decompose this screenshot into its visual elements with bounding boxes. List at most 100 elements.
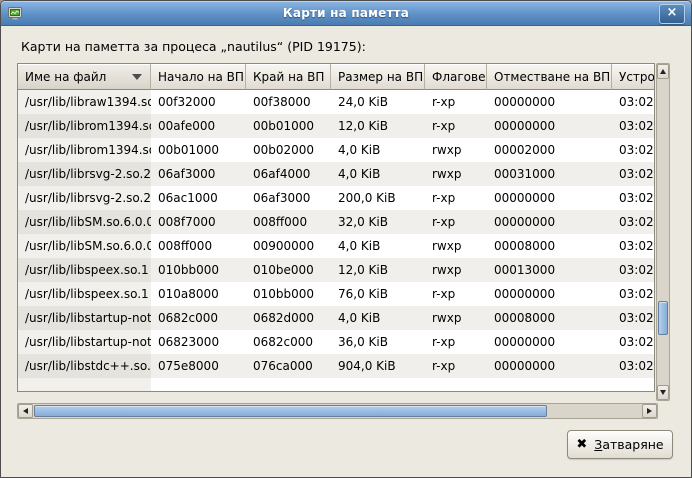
cell-vm_end: 00b01000	[246, 114, 331, 138]
table-row[interactable]: /usr/lib/libSM.so.6.0.0008ff000009000004…	[18, 234, 655, 258]
table-row[interactable]: /usr/lib/librom1394.so00afe00000b0100012…	[18, 114, 655, 138]
cell-vm_end: 0682d000	[246, 306, 331, 330]
cell-vm_start: 010a8000	[151, 282, 246, 306]
arrow-down-icon	[660, 390, 666, 395]
cell-device: 03:02	[612, 282, 655, 306]
vertical-scrollbar[interactable]	[656, 63, 670, 401]
table-row[interactable]: /usr/lib/libstdc++.so.6075e8000076ca0009…	[18, 354, 655, 378]
cell-vm_start: 00afe000	[151, 114, 246, 138]
cell-vm_size: 12,0 KiB	[331, 114, 425, 138]
system-monitor-icon	[7, 5, 23, 21]
scroll-up-button[interactable]	[657, 64, 669, 79]
column-header-vm_size[interactable]: Размер на ВП	[331, 64, 425, 90]
cell-vm_size: 32,0 KiB	[331, 210, 425, 234]
cell-vm_size: 4,0 KiB	[331, 234, 425, 258]
cell-vm_end: 00900000	[246, 234, 331, 258]
table-row[interactable]: /usr/lib/libstartup-notification-1.so.00…	[18, 306, 655, 330]
cell-vm_end: 00f38000	[246, 90, 331, 114]
column-header-vm_start[interactable]: Начало на ВП	[151, 64, 246, 90]
close-x-icon: ×	[667, 5, 678, 20]
cell-flags: r-xp	[425, 114, 487, 138]
horizontal-scrollbar-thumb[interactable]	[34, 405, 547, 417]
table-row[interactable]: /usr/lib/librsvg-2.so.206af300006af40004…	[18, 162, 655, 186]
cell-filename: /usr/lib/libSM.so.6.0.0	[18, 210, 151, 234]
column-header-label: Флагове	[432, 70, 485, 84]
cell-filename: /usr/lib/librom1394.so	[18, 138, 151, 162]
scroll-down-button[interactable]	[657, 385, 669, 400]
cell-filename: /usr/lib/libstartup-notification-1.so.0	[18, 330, 151, 354]
cell-device: 03:02	[612, 138, 655, 162]
cell-filename: /usr/lib/libstartup-notification-1.so.0	[18, 306, 151, 330]
cell-vm_end: 00b02000	[246, 138, 331, 162]
cell-filename: /usr/lib/libstdc++.so.6	[18, 354, 151, 378]
vertical-scrollbar-thumb[interactable]	[658, 301, 668, 335]
cell-flags: rwxp	[425, 162, 487, 186]
cell-vm_end: 06af4000	[246, 162, 331, 186]
cell-vm_size: 76,0 KiB	[331, 282, 425, 306]
scroll-right-button[interactable]	[642, 404, 657, 418]
titlebar[interactable]: Карти на паметта ×	[1, 1, 691, 26]
column-header-vm_offset[interactable]: Отместване на ВП	[487, 64, 612, 90]
column-header-label: Размер на ВП	[338, 70, 423, 84]
column-header-flags[interactable]: Флагове	[425, 64, 487, 90]
cell-vm_start: 008f7000	[151, 210, 246, 234]
cell-filename: /usr/lib/libspeex.so.1	[18, 282, 151, 306]
close-button[interactable]: ✖ Затваряне	[567, 430, 673, 459]
table-row[interactable]: /usr/lib/libraw1394.so00f3200000f3800024…	[18, 90, 655, 114]
cell-device: 03:02	[612, 330, 655, 354]
table-row[interactable]: /usr/lib/libspeex.so.1010a8000010bb00076…	[18, 282, 655, 306]
cell-vm_end: 008ff000	[246, 210, 331, 234]
cell-vm_offset: 00002000	[487, 138, 612, 162]
close-window-button[interactable]: ×	[659, 4, 685, 24]
cell-vm_start: 0682c000	[151, 306, 246, 330]
table-row[interactable]: /usr/lib/libstartup-notification-1.so.00…	[18, 330, 655, 354]
cell-vm_end: 010bb000	[246, 282, 331, 306]
table-row[interactable]: /usr/lib/librsvg-2.so.206ac100006af30002…	[18, 186, 655, 210]
table-row[interactable]: /usr/lib/libspeex.so.1010bb000010be00012…	[18, 258, 655, 282]
cell-filename: /usr/lib/libSM.so.6.0.0	[18, 234, 151, 258]
column-header-label: Край на ВП	[253, 70, 324, 84]
cell-vm_size: 4,0 KiB	[331, 306, 425, 330]
cell-flags: r-xp	[425, 210, 487, 234]
cell-vm_end: 076ca000	[246, 354, 331, 378]
close-button-icon: ✖	[576, 437, 587, 452]
column-header-filename[interactable]: Име на файл	[18, 64, 151, 90]
cell-device: 03:02	[612, 90, 655, 114]
cell-flags: r-xp	[425, 90, 487, 114]
cell-flags: r-xp	[425, 282, 487, 306]
table-row[interactable]: /usr/lib/libSM.so.6.0.0008f7000008ff0003…	[18, 210, 655, 234]
cell-filename: /usr/lib/librom1394.so	[18, 114, 151, 138]
sort-indicator-icon	[132, 74, 142, 80]
close-button-label: Затваряне	[594, 437, 663, 452]
cell-vm_size: 12,0 KiB	[331, 258, 425, 282]
cell-flags: rwxp	[425, 138, 487, 162]
table-row[interactable]: /usr/lib/librom1394.so00b0100000b020004,…	[18, 138, 655, 162]
cell-vm_start: 00b01000	[151, 138, 246, 162]
horizontal-scrollbar[interactable]	[17, 403, 658, 419]
cell-vm_size: 4,0 KiB	[331, 138, 425, 162]
cell-flags: r-xp	[425, 330, 487, 354]
memory-maps-dialog: Карти на паметта × Карти на паметта за п…	[0, 0, 692, 478]
cell-device: 03:02	[612, 306, 655, 330]
column-header-vm_end[interactable]: Край на ВП	[246, 64, 331, 90]
cell-vm_start: 06ac1000	[151, 186, 246, 210]
cell-flags: r-xp	[425, 354, 487, 378]
column-header-device[interactable]: Устройство	[612, 64, 655, 90]
cell-vm_start: 075e8000	[151, 354, 246, 378]
column-header-label: Отместване на ВП	[494, 70, 610, 84]
cell-device: 03:02	[612, 210, 655, 234]
cell-vm_size: 904,0 KiB	[331, 354, 425, 378]
cell-device: 03:02	[612, 354, 655, 378]
cell-flags: rwxp	[425, 234, 487, 258]
column-header-label: Име на файл	[25, 70, 106, 84]
cell-vm_offset: 00000000	[487, 354, 612, 378]
cell-flags: r-xp	[425, 186, 487, 210]
cell-vm_start: 06823000	[151, 330, 246, 354]
cell-vm_offset: 00000000	[487, 210, 612, 234]
cell-vm_offset: 00013000	[487, 258, 612, 282]
cell-vm_offset: 00000000	[487, 114, 612, 138]
column-header-label: Начало на ВП	[158, 70, 244, 84]
cell-flags: rwxp	[425, 306, 487, 330]
scroll-left-button[interactable]	[18, 404, 33, 418]
cell-vm_start: 010bb000	[151, 258, 246, 282]
